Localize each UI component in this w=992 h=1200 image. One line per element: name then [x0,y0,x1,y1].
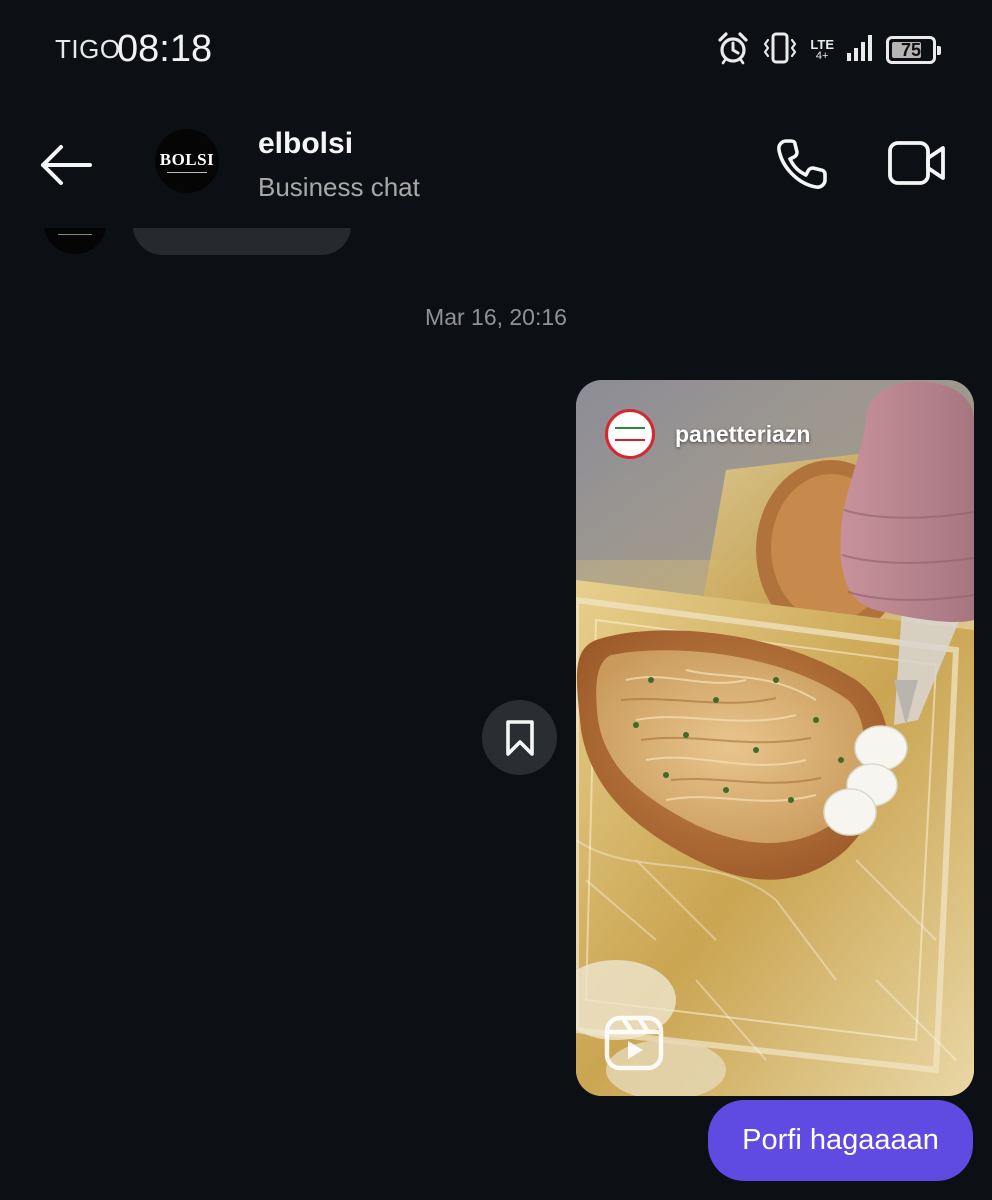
sent-message-bubble[interactable]: Porfi hagaaaan [708,1100,973,1181]
vibrate-icon [762,31,798,70]
back-arrow-icon [41,145,92,185]
network-type: LTE 4+ [810,38,834,62]
message-timestamp: Mar 16, 20:16 [425,304,567,330]
network-sublabel: 4+ [815,50,829,62]
reels-icon [604,1015,664,1071]
reel-thumbnail [576,380,974,1096]
battery-percent: 75 [900,39,922,60]
avatar-logo-text: BOLSI [159,149,215,169]
chat-subtitle: Business chat [258,172,420,202]
shared-reel-card[interactable]: panetteriazn [576,380,974,1096]
reel-author-avatar[interactable] [605,409,655,459]
status-time: 08:18 [117,28,213,70]
avatar-logo-rule [167,171,207,173]
alarm-icon [716,31,750,70]
reel-author-name[interactable]: panetteriazn [675,421,810,448]
contact-avatar[interactable]: BOLSI [155,129,219,193]
phone-icon [777,139,827,189]
chat-header: BOLSI elbolsi Business chat [0,100,992,228]
signal-icon [846,33,874,68]
video-camera-icon [888,141,945,185]
save-reel-button[interactable] [482,700,557,775]
video-call-button[interactable] [886,136,948,192]
bookmark-icon [505,719,534,756]
status-icons: LTE 4+ 75 [716,30,941,70]
reel-author-logo [615,427,645,441]
status-bar: TIGO 08:18 LTE 4+ 75 [0,0,992,100]
battery-icon: 75 [886,36,941,64]
voice-call-button[interactable] [773,135,831,193]
carrier-label: TIGO [55,34,121,64]
back-button[interactable] [36,138,96,192]
reel-author[interactable]: panetteriazn [605,409,810,459]
chat-title[interactable]: elbolsi [258,127,353,161]
